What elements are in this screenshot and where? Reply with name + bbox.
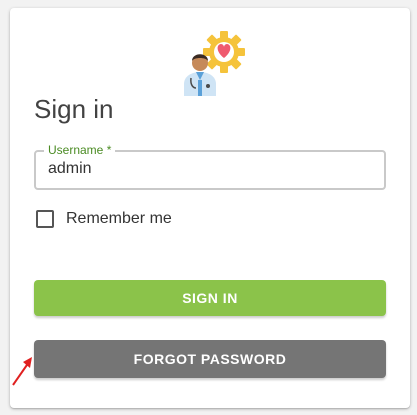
username-field[interactable]: Username * bbox=[34, 143, 386, 190]
page-title: Sign in bbox=[34, 94, 114, 124]
sign-in-button[interactable]: SIGN IN bbox=[34, 280, 386, 316]
doctor-gear-heart-icon bbox=[184, 31, 245, 96]
remember-me-checkbox[interactable] bbox=[36, 210, 54, 228]
login-card: Sign in Username * Remember me SIGN IN F… bbox=[10, 8, 410, 408]
red-arrow-icon bbox=[12, 357, 32, 386]
forgot-password-button[interactable]: FORGOT PASSWORD bbox=[34, 340, 386, 378]
username-input[interactable] bbox=[48, 160, 368, 178]
username-label: Username * bbox=[44, 143, 116, 157]
remember-me-row[interactable]: Remember me bbox=[34, 208, 172, 230]
remember-me-label[interactable]: Remember me bbox=[66, 210, 172, 228]
